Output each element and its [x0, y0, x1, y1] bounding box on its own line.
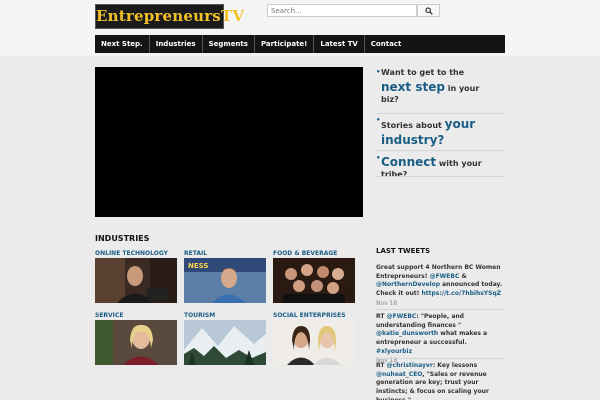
bullet-icon: •: [376, 68, 381, 76]
nav-next-step[interactable]: Next Step.: [95, 35, 150, 53]
video-player[interactable]: [95, 67, 363, 217]
bullet-icon: •: [376, 116, 381, 124]
tweet-hashtag[interactable]: #xlyourbiz: [376, 348, 412, 355]
thumbnail-service[interactable]: [95, 320, 177, 365]
promo-your-industry[interactable]: • Stories about your industry?: [376, 116, 486, 148]
tweet-mention[interactable]: @christinayvr: [387, 362, 433, 369]
thumbnail-food-beverage[interactable]: [273, 258, 355, 303]
search-icon: [424, 6, 433, 15]
nav-segments[interactable]: Segments: [203, 35, 255, 53]
category-label-service[interactable]: SERVICE: [95, 312, 123, 319]
category-label-food-beverage[interactable]: FOOD & BEVERAGE: [273, 250, 337, 257]
promo-divider: [376, 150, 504, 151]
tweet-mention[interactable]: @katie_dunsworth: [376, 330, 438, 337]
category-label-tourism[interactable]: TOURISM: [184, 312, 215, 319]
thumbnail-social-enterprises[interactable]: [273, 320, 355, 365]
tweet-mention[interactable]: @FWEBC: [387, 313, 417, 320]
search-form: [267, 4, 440, 17]
tweet-divider: [376, 358, 504, 359]
tweet-item: Great support 4 Northern BC Women Entrep…: [376, 264, 504, 309]
search-input[interactable]: [267, 4, 417, 17]
tweet-mention[interactable]: @NorthernDevelop: [376, 281, 440, 288]
tweet-date[interactable]: Nov 18: [376, 300, 504, 309]
thumbnail-tourism[interactable]: [184, 320, 266, 365]
tweet-item: RT @christinayvr: Key lessons @nuheat_CE…: [376, 362, 489, 400]
nav-contact[interactable]: Contact: [365, 35, 408, 53]
industries-title: INDUSTRIES: [95, 234, 150, 243]
promo-next-step[interactable]: • Want to get to the next step in your b…: [376, 68, 486, 106]
bullet-icon: •: [376, 154, 381, 162]
tweets-title: LAST TWEETS: [376, 247, 431, 255]
tweet-mention[interactable]: @nuheat_CEO: [376, 371, 422, 378]
promo-divider: [376, 113, 504, 114]
thumbnail-retail[interactable]: NESS: [184, 258, 266, 303]
promo-divider: [376, 176, 504, 177]
thumbnail-online-technology[interactable]: [95, 258, 177, 303]
search-button[interactable]: [417, 4, 440, 17]
tweet-link[interactable]: https://t.co/7hbihsYSqZ: [421, 290, 501, 297]
tweet-mention[interactable]: @FWEBC: [430, 273, 460, 280]
category-label-online-technology[interactable]: ONLINE TECHNOLOGY: [95, 250, 168, 257]
nav-industries[interactable]: Industries: [150, 35, 203, 53]
svg-text:NESS: NESS: [188, 262, 208, 270]
main-nav: Next Step. Industries Segments Participa…: [95, 35, 505, 53]
category-label-retail[interactable]: RETAIL: [184, 250, 207, 257]
nav-participate[interactable]: Participate!: [255, 35, 315, 53]
site-logo[interactable]: EntrepreneursTV: [95, 4, 244, 29]
tweet-divider: [376, 309, 504, 310]
category-label-social-enterprises[interactable]: SOCIAL ENTERPRISES: [273, 312, 346, 319]
nav-latest-tv[interactable]: Latest TV: [314, 35, 365, 53]
